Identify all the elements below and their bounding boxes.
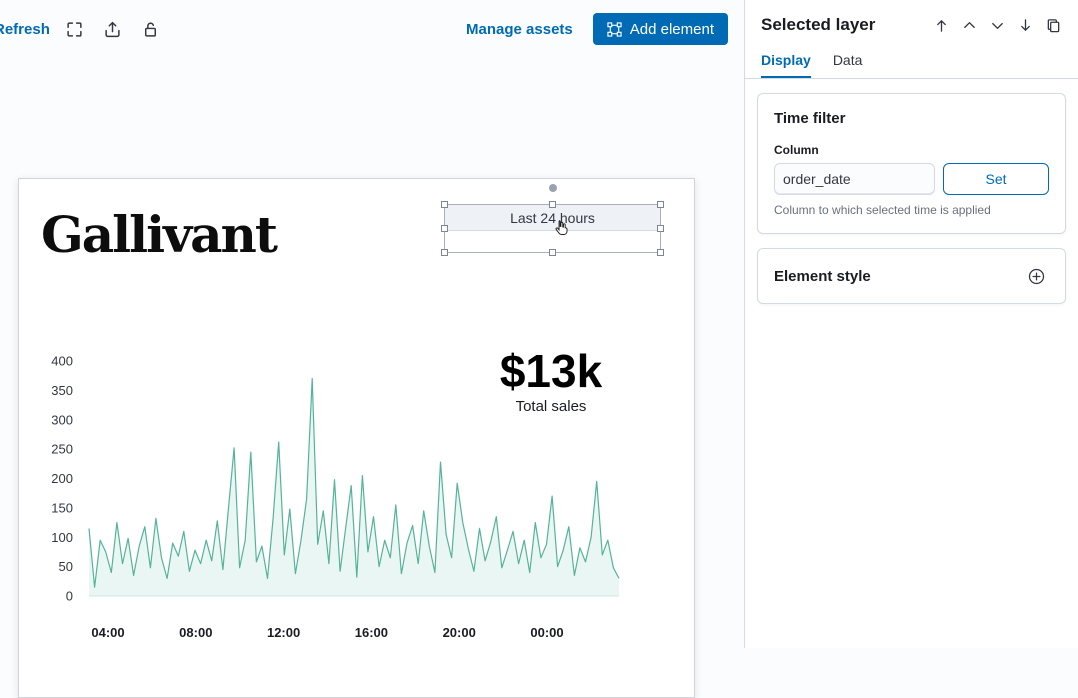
move-to-bottom-button[interactable] xyxy=(1014,14,1036,36)
element-style-title: Element style xyxy=(774,268,871,285)
move-to-top-icon xyxy=(934,18,949,33)
selected-element-time-filter[interactable]: Last 24 hours xyxy=(444,204,661,253)
svg-text:100: 100 xyxy=(51,530,73,545)
selection-handle[interactable] xyxy=(441,201,448,208)
selection-handle[interactable] xyxy=(549,249,556,256)
cursor-hand-icon xyxy=(553,219,570,240)
column-label: Column xyxy=(774,143,1049,157)
time-filter-title: Time filter xyxy=(774,110,1049,127)
svg-text:350: 350 xyxy=(51,383,73,398)
layer-order-controls xyxy=(930,14,1064,36)
svg-text:300: 300 xyxy=(51,412,73,427)
refresh-button[interactable]: Refresh xyxy=(0,21,50,38)
clone-layer-button[interactable] xyxy=(1042,14,1064,36)
svg-text:12:00: 12:00 xyxy=(267,625,300,640)
add-element-button[interactable]: Add element xyxy=(593,13,728,45)
svg-text:250: 250 xyxy=(51,442,73,457)
svg-text:400: 400 xyxy=(51,354,73,369)
svg-text:0: 0 xyxy=(66,589,73,604)
move-up-button[interactable] xyxy=(958,14,980,36)
column-help-text: Column to which selected time is applied xyxy=(774,203,1049,217)
selection-handle[interactable] xyxy=(441,225,448,232)
tab-data[interactable]: Data xyxy=(833,52,863,78)
selection-handle[interactable] xyxy=(441,249,448,256)
move-down-button[interactable] xyxy=(986,14,1008,36)
selection-handle[interactable] xyxy=(657,201,664,208)
unlock-button[interactable] xyxy=(138,16,164,42)
selection-handle[interactable] xyxy=(549,201,556,208)
panel-title: Selected layer xyxy=(761,15,875,35)
svg-text:08:00: 08:00 xyxy=(179,625,212,640)
element-style-add-button[interactable] xyxy=(1023,263,1049,289)
panel-tabs: Display Data xyxy=(745,52,1078,79)
metric-value: $13k xyxy=(431,347,671,395)
total-sales-metric[interactable]: $13k Total sales xyxy=(431,347,671,415)
selected-layer-panel: Selected layer Display Data Time filter … xyxy=(744,0,1078,648)
rotation-handle[interactable] xyxy=(549,184,557,192)
time-filter-card: Time filter Column Set Column to which s… xyxy=(757,93,1066,234)
export-button[interactable] xyxy=(100,16,126,42)
svg-text:200: 200 xyxy=(51,471,73,486)
move-up-icon xyxy=(962,18,977,33)
svg-text:150: 150 xyxy=(51,500,73,515)
toolbar: Refresh Manage assets xyxy=(0,0,744,58)
element-style-card: Element style xyxy=(757,248,1066,304)
export-icon xyxy=(104,21,121,38)
canvas-stage: Refresh Manage assets xyxy=(0,0,744,648)
fullscreen-button[interactable] xyxy=(62,16,88,42)
unlock-icon xyxy=(142,21,159,38)
move-to-top-button[interactable] xyxy=(930,14,952,36)
svg-text:16:00: 16:00 xyxy=(355,625,388,640)
tab-display[interactable]: Display xyxy=(761,52,811,78)
workpad[interactable]: Gallivant Last 24 hours $13k Total sales xyxy=(18,178,695,698)
svg-text:04:00: 04:00 xyxy=(91,625,124,640)
add-element-label: Add element xyxy=(630,21,714,38)
selection-handle[interactable] xyxy=(657,249,664,256)
metric-label: Total sales xyxy=(431,398,671,415)
move-down-icon xyxy=(990,18,1005,33)
selection-handle[interactable] xyxy=(657,225,664,232)
fullscreen-icon xyxy=(66,21,83,38)
set-button[interactable]: Set xyxy=(943,163,1049,195)
add-element-icon xyxy=(607,22,622,37)
plus-circle-icon xyxy=(1028,268,1045,285)
manage-assets-button[interactable]: Manage assets xyxy=(466,21,573,38)
svg-text:00:00: 00:00 xyxy=(530,625,563,640)
gallivant-logo[interactable]: Gallivant xyxy=(41,205,276,264)
move-to-bottom-icon xyxy=(1018,18,1033,33)
svg-text:20:00: 20:00 xyxy=(443,625,476,640)
column-input[interactable] xyxy=(774,163,935,195)
svg-text:50: 50 xyxy=(59,559,73,574)
clone-layer-icon xyxy=(1046,18,1061,33)
